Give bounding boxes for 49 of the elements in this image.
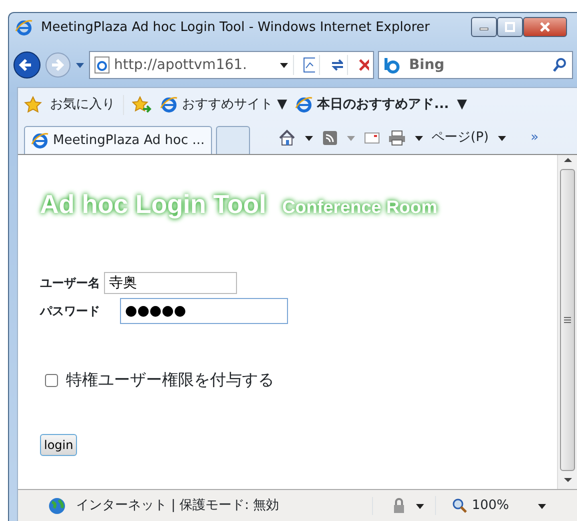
password-field[interactable]: ●●●●● (120, 298, 288, 324)
browser-icon (160, 96, 178, 114)
page-subtitle: Conference Room (282, 196, 438, 219)
maximize-icon (505, 22, 515, 32)
page-icon (94, 56, 110, 74)
username-field[interactable]: 寺奥 (104, 272, 237, 294)
browser-tab[interactable]: MeetingPlaza Ad hoc ... (24, 126, 212, 154)
dropdown-icon[interactable] (304, 134, 314, 142)
dropdown-icon[interactable] (496, 134, 507, 142)
browser-icon (295, 96, 314, 114)
home-icon[interactable] (278, 129, 296, 147)
close-icon (539, 22, 551, 32)
favorite-link[interactable]: 本日のおすすめアド... (317, 95, 449, 115)
privilege-label[interactable]: 特権ユーザー権限を付与する (66, 368, 274, 392)
zoom-icon[interactable] (452, 498, 468, 514)
star-icon (24, 96, 42, 114)
add-favorite-icon[interactable] (132, 96, 152, 114)
back-icon[interactable] (13, 51, 41, 79)
scrollbar-thumb[interactable] (560, 169, 575, 471)
dropdown-icon[interactable] (414, 502, 425, 510)
dropdown-icon[interactable] (414, 134, 424, 142)
browser-icon (31, 132, 49, 150)
globe-icon (48, 496, 66, 514)
mail-icon[interactable] (364, 132, 380, 144)
password-label: パスワード (40, 303, 101, 320)
feed-icon[interactable] (322, 130, 338, 146)
login-button[interactable]: login (40, 434, 78, 456)
window-title: MeetingPlaza Ad hoc Login Tool - Windows Internet Explorer (41, 19, 430, 38)
scroll-up-icon[interactable] (562, 155, 572, 165)
dropdown-icon[interactable] (537, 502, 547, 510)
dropdown-icon[interactable] (279, 61, 289, 69)
minimize-button[interactable] (471, 17, 497, 37)
print-icon[interactable] (388, 130, 406, 146)
favorite-link[interactable]: おすすめサイト ▼ (182, 95, 288, 115)
search-icon[interactable] (552, 57, 568, 73)
favorite-link[interactable]: ▼ (456, 95, 467, 115)
browser-icon (15, 19, 33, 37)
more-commands-button[interactable]: » (530, 128, 539, 148)
page-menu[interactable]: ページ(P) (432, 128, 489, 148)
zoom-level[interactable]: 100% (472, 496, 509, 516)
search-field[interactable]: Bing (409, 54, 444, 76)
page-title: Ad hoc Login Tool (40, 185, 266, 224)
scroll-down-icon[interactable] (562, 475, 572, 485)
favorites-button[interactable]: お気に入り (50, 95, 124, 115)
security-zone-text: インターネット | 保護モード: 無効 (76, 496, 280, 515)
maximize-button[interactable] (497, 17, 523, 37)
close-button[interactable] (523, 17, 567, 37)
username-label: ユーザー名 (40, 275, 100, 292)
privilege-checkbox[interactable] (45, 374, 58, 386)
